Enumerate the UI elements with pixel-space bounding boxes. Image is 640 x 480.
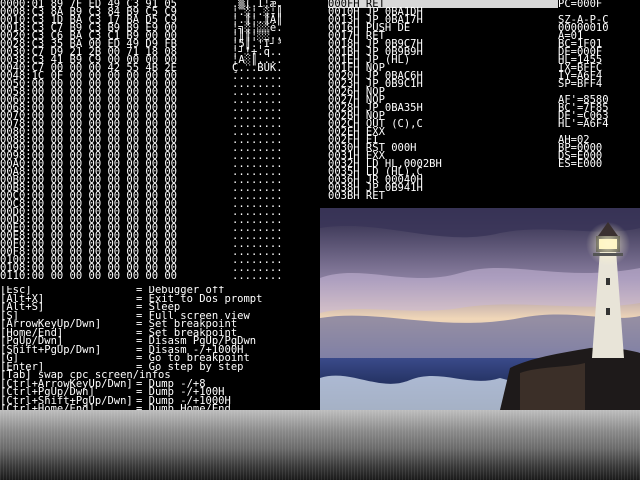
lighthouse-window xyxy=(606,278,610,285)
ascii-dump-row: ........ xyxy=(232,270,283,280)
help-key: [Alt+S] xyxy=(0,301,45,313)
register-row: SP=BFF4 xyxy=(558,78,603,90)
screen-border-noise xyxy=(0,410,640,480)
lighthouse-gallery xyxy=(593,253,623,256)
disassembly-row[interactable]: 003BH RET xyxy=(328,191,558,202)
lighthouse-painting xyxy=(320,208,640,410)
lighthouse-window xyxy=(606,308,610,315)
cpc-screen-image xyxy=(320,208,640,410)
memory-dump-row[interactable]: 0110:00 00 00 00 00 00 00 00 xyxy=(0,271,232,280)
disassembly-panel[interactable]: 000FH RET 0010H JP 0BA1DH 0013H JP 0BA17H 0… xyxy=(328,0,558,208)
ascii-dump-panel: .▒⌠.I¦æ. ¦.░¦.░¦║ ¦.║¦.║Ä║ ¦╗░¦░░é. ¦║║¦░░..… xyxy=(232,0,310,280)
register-row: PC=000F xyxy=(558,0,603,10)
registers-panel: PC=000F SZ-A-P-C 00000010 A=01 BC=1F01 DE=000… xyxy=(558,0,640,208)
help-key: [Shift+PgUp/Dwn] xyxy=(0,343,102,356)
memory-dump-panel[interactable]: 0000:01 89 7F ED 49 C3 91 05 0008:C3 8A B… xyxy=(0,0,232,280)
register-row: HL'=A6F4 xyxy=(558,118,609,130)
register-row: ES=E000 xyxy=(558,158,603,170)
waves xyxy=(320,375,530,410)
keyboard-help-panel: [Esc] = Debugger off [Alt+X] = Exit to Dos … xyxy=(0,286,320,410)
